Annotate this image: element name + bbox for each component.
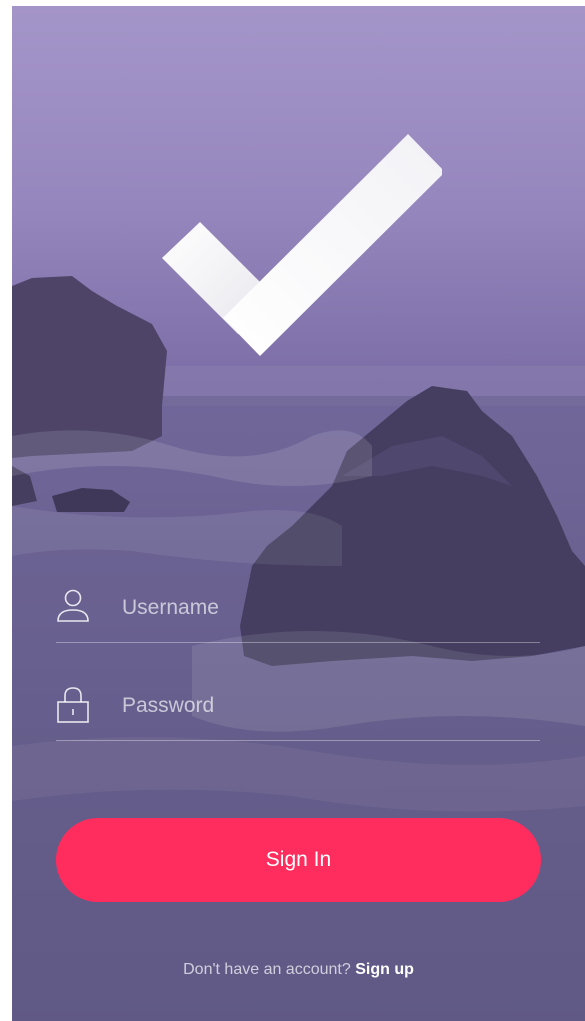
user-icon	[57, 589, 89, 622]
login-screen: Sign In Don't have an account? Sign up	[12, 6, 585, 1021]
username-input[interactable]	[120, 590, 524, 626]
password-input[interactable]	[120, 688, 524, 724]
checkmark-logo-icon	[162, 134, 442, 356]
signup-prompt: Don't have an account?	[183, 961, 351, 978]
lock-icon	[57, 687, 89, 723]
username-field	[56, 582, 540, 643]
sign-in-button[interactable]: Sign In	[56, 818, 541, 902]
password-field	[56, 680, 540, 741]
sign-up-link[interactable]: Sign up	[355, 961, 414, 978]
signup-row: Don't have an account? Sign up	[12, 961, 585, 979]
